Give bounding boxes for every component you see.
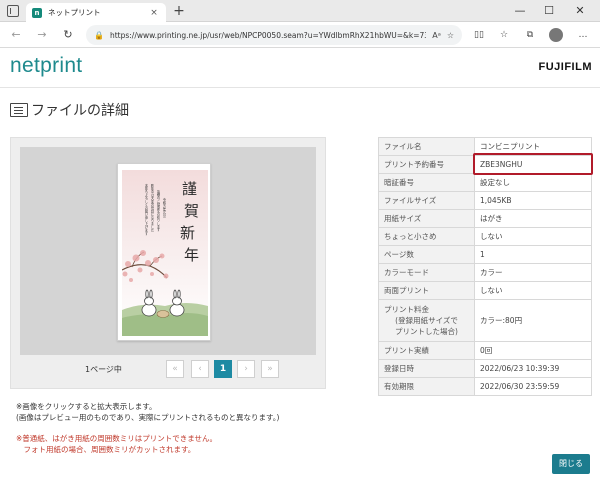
detail-label: プリント料金 (登録用紙サイズで プリントした場合): [378, 299, 475, 342]
page-count-label: 1ページ中: [85, 365, 122, 374]
netprint-logo[interactable]: netprint: [10, 54, 82, 78]
profile-avatar[interactable]: [549, 28, 563, 42]
close-button[interactable]: 閉じる: [552, 454, 590, 474]
detail-label: ページ数: [378, 245, 475, 264]
url-text[interactable]: https://www.printing.ne.jp/usr/web/NPCP0…: [110, 31, 426, 40]
detail-value: しない: [474, 227, 592, 246]
detail-label-main: プリント料金: [384, 305, 429, 314]
calligraphy-char-4: 年: [184, 246, 199, 264]
table-row: ファイルサイズ 1,045KB: [378, 191, 592, 210]
new-tab-button[interactable]: +: [172, 3, 186, 19]
detail-value: カラー:80円: [474, 299, 592, 342]
maximize-button[interactable]: ☐: [541, 3, 557, 19]
warning-notes: ※普通紙、はがき用紙の周囲数ミリはプリントできません。 フォト用紙の場合、周囲数…: [16, 433, 217, 455]
browser-address-bar: ← → ↻ 🔒 https://www.printing.ne.jp/usr/w…: [0, 22, 600, 48]
svg-text:令和五年元旦: 令和五年元旦: [162, 197, 166, 217]
table-row: 登録日時 2022/06/23 10:39:39: [378, 359, 592, 378]
favorites-icon[interactable]: ☆: [497, 28, 511, 42]
detail-label: ファイル名: [378, 137, 475, 156]
more-menu-icon[interactable]: …: [576, 28, 590, 42]
back-button[interactable]: ←: [8, 27, 24, 43]
refresh-button[interactable]: ↻: [60, 27, 76, 43]
greeting-small-text: 本年もよろしくお願い申し上げます: [144, 183, 148, 236]
svg-text:皆様のご健康をお祈りします: 皆様のご健康をお祈りします: [156, 189, 160, 232]
current-page-button[interactable]: 1: [214, 360, 232, 378]
detail-label: プリント予約番号: [378, 155, 475, 174]
calligraphy-char-2: 賀: [184, 202, 199, 220]
detail-label: 暗証番号: [378, 173, 475, 192]
table-row: 両面プリント しない: [378, 281, 592, 300]
browser-tab[interactable]: n ネットプリント ×: [26, 3, 166, 22]
note-line-2: (画像はプレビュー用のものであり、実際にプリントされるものと異なります。): [16, 413, 280, 422]
lock-icon[interactable]: 🔒: [94, 31, 104, 40]
table-row: 暗証番号 設定なし: [378, 173, 592, 192]
detail-label: 両面プリント: [378, 281, 475, 300]
file-details-table: ファイル名 コンビニプリント プリント予約番号 ZBE3NGHU 暗証番号 設定なし …: [378, 137, 592, 396]
detail-value: 2022/06/30 23:59:59: [474, 377, 592, 396]
detail-label: ちょっと小さめ: [378, 227, 475, 246]
detail-value: 1,045KB: [474, 191, 592, 210]
detail-label: ファイルサイズ: [378, 191, 475, 210]
tab-close-icon[interactable]: ×: [148, 8, 160, 18]
detail-label: 有効期限: [378, 377, 475, 396]
table-row: プリント実績 0回: [378, 341, 592, 360]
warning-line-1: ※普通紙、はがき用紙の周囲数ミリはプリントできません。: [16, 434, 218, 443]
netprint-favicon-icon: n: [32, 7, 42, 18]
forward-button[interactable]: →: [34, 27, 50, 43]
detail-value: カラー: [474, 263, 592, 282]
note-line-1: ※画像をクリックすると拡大表示します。: [16, 402, 157, 411]
detail-label: 登録日時: [378, 359, 475, 378]
tab-title: ネットプリント: [48, 8, 101, 17]
table-row: 有効期限 2022/06/30 23:59:59: [378, 377, 592, 396]
detail-value: 1: [474, 245, 592, 264]
next-page-button[interactable]: ›: [237, 360, 255, 378]
calligraphy-char-1: 謹: [182, 180, 197, 198]
preview-notes: ※画像をクリックすると拡大表示します。 (画像はプレビュー用のものであり、実際に…: [16, 401, 279, 423]
page-title: ファイルの詳細: [31, 103, 129, 119]
table-row: カラーモード カラー: [378, 263, 592, 282]
read-aloud-icon[interactable]: Aᵃ: [432, 31, 441, 40]
svg-text:昨年中は大変お世話になりました: 昨年中は大変お世話になりました: [150, 183, 154, 233]
table-row: プリント料金 (登録用紙サイズで プリントした場合) カラー:80円: [378, 299, 592, 342]
detail-label-sub1: (登録用紙サイズで: [395, 316, 458, 325]
postcard-preview-image[interactable]: 本年もよろしくお願い申し上げます 昨年中は大変お世話になりました 皆様のご健康を…: [117, 163, 211, 341]
last-page-button[interactable]: »: [261, 360, 279, 378]
detail-value: 0回: [474, 341, 592, 360]
detail-value: 2022/06/23 10:39:39: [474, 359, 592, 378]
detail-value: 設定なし: [474, 173, 592, 192]
collections-icon[interactable]: ⧉: [523, 28, 537, 42]
first-page-button[interactable]: «: [166, 360, 184, 378]
reservation-number-highlight: [473, 153, 593, 175]
table-row: 用紙サイズ はがき: [378, 209, 592, 228]
table-row: ちょっと小さめ しない: [378, 227, 592, 246]
tab-actions-icon[interactable]: [7, 5, 19, 17]
page-title-row: ファイルの詳細: [10, 101, 129, 119]
pagination: 1ページ中 « ‹ 1 › »: [11, 357, 327, 383]
detail-label: カラーモード: [378, 263, 475, 282]
detail-label: 用紙サイズ: [378, 209, 475, 228]
preview-area: 本年もよろしくお願い申し上げます 昨年中は大変お世話になりました 皆様のご健康を…: [20, 147, 316, 355]
browser-tab-bar: n ネットプリント × + — ☐ ✕: [0, 0, 600, 22]
preview-panel: 本年もよろしくお願い申し上げます 昨年中は大変お世話になりました 皆様のご健康を…: [10, 137, 326, 389]
nengajo-illustration: 本年もよろしくお願い申し上げます 昨年中は大変お世話になりました 皆様のご健康を…: [122, 170, 208, 336]
minimize-button[interactable]: —: [512, 3, 528, 19]
fujifilm-logo: FUJIFILM: [538, 61, 592, 73]
page-content: netprint FUJIFILM ファイルの詳細 本年もよろしくお願い申し上げ…: [0, 48, 600, 487]
prev-page-button[interactable]: ‹: [191, 360, 209, 378]
favorite-star-icon[interactable]: ☆: [447, 31, 454, 40]
document-icon: [10, 103, 28, 117]
detail-label: プリント実績: [378, 341, 475, 360]
detail-value: しない: [474, 281, 592, 300]
close-window-button[interactable]: ✕: [572, 3, 588, 19]
url-field[interactable]: 🔒 https://www.printing.ne.jp/usr/web/NPC…: [86, 25, 462, 45]
calligraphy-char-3: 新: [180, 224, 195, 242]
warning-line-2: フォト用紙の場合、周囲数ミリがカットされます。: [16, 445, 196, 454]
detail-label-sub2: プリントした場合): [395, 327, 458, 336]
site-header: netprint FUJIFILM: [0, 48, 600, 88]
table-row: ページ数 1: [378, 245, 592, 264]
detail-value: はがき: [474, 209, 592, 228]
split-screen-icon[interactable]: ▯▯: [472, 28, 486, 42]
